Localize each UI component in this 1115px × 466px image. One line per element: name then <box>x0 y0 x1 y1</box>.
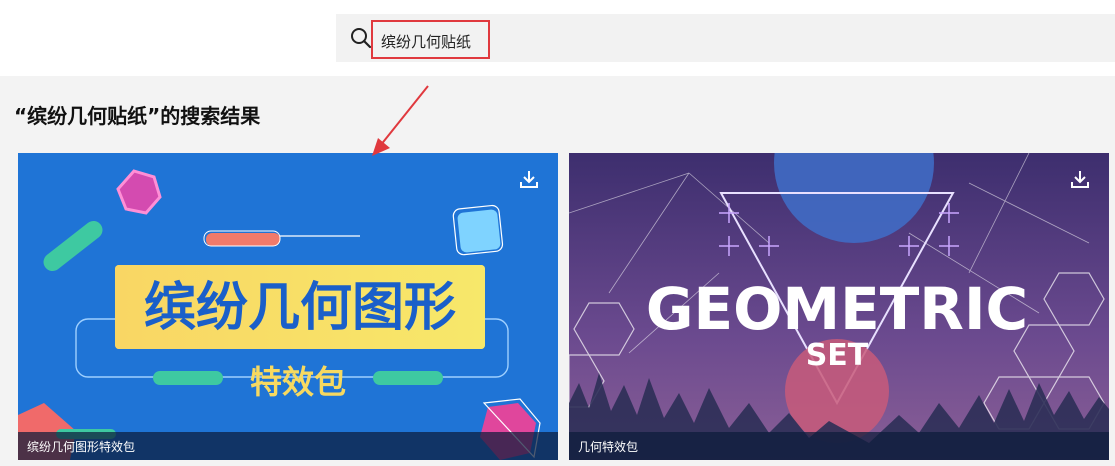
top-bar: 缤纷几何贴纸 <box>0 0 1115 76</box>
result-card-1[interactable]: 缤纷几何图形 特效包 缤纷几何图形特效包 <box>18 153 558 460</box>
card-2-art-subtitle: SET <box>806 338 869 373</box>
card-2-caption: 几何特效包 <box>578 440 639 454</box>
card-2-thumbnail: GEOMETRIC SET <box>569 153 1109 460</box>
card-1-art-title: 缤纷几何图形 <box>144 278 456 338</box>
result-card-2[interactable]: GEOMETRIC SET 几何特效包 <box>569 153 1109 460</box>
card-1-caption-bar: 缤纷几何图形特效包 <box>18 432 558 460</box>
download-icon[interactable] <box>1069 168 1091 190</box>
card-2-caption-bar: 几何特效包 <box>569 432 1109 460</box>
search-input[interactable]: 缤纷几何贴纸 <box>371 20 490 59</box>
page: 缤纷几何贴纸 “缤纷几何贴纸”的搜索结果 缤纷几何图形 特效包 缤纷几何图形特效… <box>0 0 1115 466</box>
card-1-caption: 缤纷几何图形特效包 <box>27 440 136 454</box>
card-2-art-title: GEOMETRIC <box>646 275 1028 343</box>
search-results: “缤纷几何贴纸”的搜索结果 缤纷几何图形 特效包 缤纷几何图形特效包 GEOME… <box>0 76 1115 466</box>
results-title: “缤纷几何贴纸”的搜索结果 <box>14 104 261 128</box>
card-1-thumbnail: 缤纷几何图形 特效包 <box>18 153 558 460</box>
search-query-text: 缤纷几何贴纸 <box>381 33 472 51</box>
search-icon[interactable] <box>350 27 372 49</box>
card-1-art-subtitle: 特效包 <box>250 363 346 401</box>
search-bar[interactable]: 缤纷几何贴纸 <box>336 14 1115 62</box>
download-icon[interactable] <box>518 168 540 190</box>
